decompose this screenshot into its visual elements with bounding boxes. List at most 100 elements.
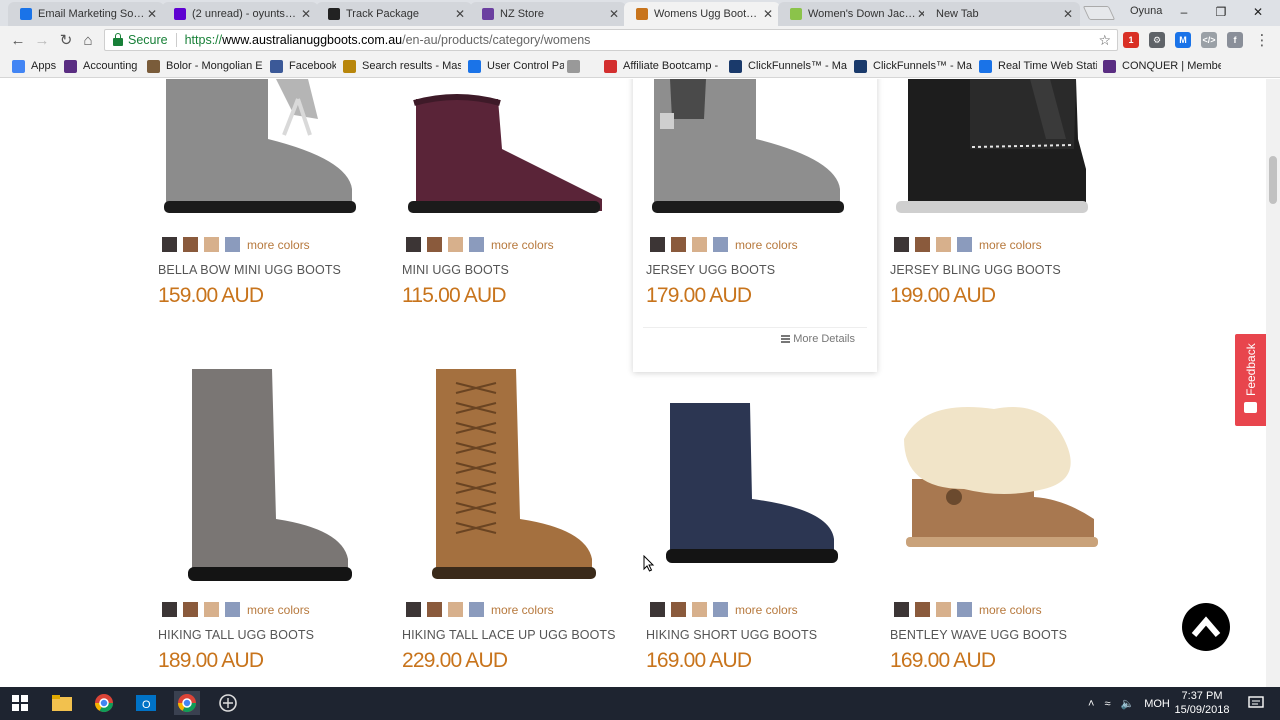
facebook-extension-icon[interactable]: f (1227, 32, 1243, 48)
bookmark-item[interactable]: Apps (12, 58, 58, 74)
volume-icon[interactable]: 🔈 (1120, 697, 1134, 710)
close-tab-icon[interactable]: ✕ (762, 7, 774, 21)
bookmark-item[interactable]: Bolor - Mongolian En (147, 58, 263, 74)
taskbar-clock[interactable]: 7:37 PM 15/09/2018 (1172, 689, 1232, 717)
bookmark-item[interactable]: Real Time Web Statist (979, 58, 1097, 74)
extension-m-icon[interactable]: M (1175, 32, 1191, 48)
notification-icon[interactable] (1244, 691, 1268, 715)
color-swatch[interactable] (692, 602, 707, 617)
product-image[interactable] (646, 79, 888, 224)
profile-name[interactable]: Oyuna (1130, 5, 1162, 17)
color-swatch[interactable] (162, 237, 177, 252)
bookmark-item[interactable]: ClickFunnels™ - Mark (729, 58, 847, 74)
color-swatch[interactable] (448, 602, 463, 617)
more-colors-link[interactable]: more colors (491, 603, 554, 617)
color-swatch[interactable] (183, 237, 198, 252)
close-tab-icon[interactable]: ✕ (454, 7, 466, 21)
color-swatch[interactable] (204, 602, 219, 617)
close-tab-icon[interactable]: ✕ (300, 7, 312, 21)
color-swatch[interactable] (957, 237, 972, 252)
more-colors-link[interactable]: more colors (491, 238, 554, 252)
color-swatch[interactable] (915, 237, 930, 252)
color-swatch[interactable] (671, 602, 686, 617)
product-name[interactable]: MINI UGG BOOTS (402, 263, 509, 277)
product-name[interactable]: JERSEY BLING UGG BOOTS (890, 263, 1061, 277)
tab-7[interactable]: New Tab ✕ (924, 2, 1080, 26)
color-swatch[interactable] (915, 602, 930, 617)
tab-1[interactable]: Email Marketing Softwa ✕ (8, 2, 164, 26)
more-colors-link[interactable]: more colors (979, 238, 1042, 252)
color-swatch[interactable] (225, 602, 240, 617)
more-colors-link[interactable]: more colors (247, 238, 310, 252)
address-bar[interactable]: Secure https://www.australianuggboots.co… (104, 29, 1118, 51)
product-name[interactable]: BENTLEY WAVE UGG BOOTS (890, 628, 1067, 642)
color-swatch[interactable] (671, 237, 686, 252)
product-name[interactable]: HIKING SHORT UGG BOOTS (646, 628, 817, 642)
color-swatch[interactable] (204, 237, 219, 252)
more-colors-link[interactable]: more colors (979, 603, 1042, 617)
tab-4[interactable]: NZ Store ✕ (470, 2, 626, 26)
chrome-icon[interactable] (92, 691, 116, 715)
bookmark-item[interactable]: User Control Panel (468, 58, 564, 74)
color-swatch[interactable] (957, 602, 972, 617)
color-swatch[interactable] (936, 237, 951, 252)
bookmark-item[interactable]: Facebook (270, 58, 336, 74)
close-window-icon[interactable]: ✕ (1240, 0, 1276, 24)
tab-2[interactable]: (2 unread) - oyuntsend ✕ (162, 2, 318, 26)
color-swatch[interactable] (650, 602, 665, 617)
file-explorer-icon[interactable] (50, 691, 74, 715)
product-image[interactable] (158, 79, 400, 224)
color-swatch[interactable] (469, 602, 484, 617)
more-colors-link[interactable]: more colors (735, 238, 798, 252)
product-image[interactable] (890, 79, 1132, 224)
color-swatch[interactable] (427, 602, 442, 617)
color-swatch[interactable] (936, 602, 951, 617)
more-colors-link[interactable]: more colors (735, 603, 798, 617)
feedback-tab[interactable]: Feedback (1235, 334, 1266, 426)
color-swatch[interactable] (406, 602, 421, 617)
close-tab-icon[interactable]: ✕ (146, 7, 158, 21)
extension-red-icon[interactable]: 1 (1123, 32, 1139, 48)
product-image[interactable] (884, 369, 1126, 589)
product-name[interactable]: BELLA BOW MINI UGG BOOTS (158, 263, 341, 277)
language-indicator[interactable]: MOH (1144, 698, 1170, 710)
close-tab-icon[interactable]: ✕ (1062, 7, 1074, 21)
new-tab-button[interactable] (1082, 6, 1116, 20)
color-swatch[interactable] (894, 237, 909, 252)
app-icon[interactable] (216, 691, 240, 715)
scrollbar-thumb[interactable] (1269, 156, 1277, 204)
scroll-to-top-button[interactable] (1182, 603, 1230, 651)
outlook-icon[interactable]: O (134, 691, 158, 715)
back-icon[interactable]: ← (8, 30, 28, 50)
maximize-icon[interactable]: ❐ (1203, 0, 1239, 24)
page-scrollbar[interactable] (1266, 79, 1280, 687)
bookmark-item[interactable] (567, 58, 597, 74)
color-swatch[interactable] (427, 237, 442, 252)
bookmark-item[interactable]: ClickFunnels™ - Mark (854, 58, 972, 74)
product-image[interactable] (640, 369, 882, 589)
tab-5[interactable]: Womens Ugg Boots | A ✕ (624, 2, 780, 26)
bookmark-item[interactable]: Affiliate Bootcamp - (604, 58, 720, 74)
home-icon[interactable]: ⌂ (78, 30, 98, 50)
product-image[interactable] (396, 369, 638, 589)
more-details-link[interactable]: More Details (781, 333, 855, 345)
color-swatch[interactable] (650, 237, 665, 252)
color-swatch[interactable] (469, 237, 484, 252)
color-swatch[interactable] (162, 602, 177, 617)
color-swatch[interactable] (692, 237, 707, 252)
wifi-icon[interactable]: ≈ (1104, 698, 1110, 710)
tab-3[interactable]: Track Package ✕ (316, 2, 472, 26)
product-image[interactable] (152, 369, 394, 589)
product-name[interactable]: JERSEY UGG BOOTS (646, 263, 775, 277)
color-swatch[interactable] (225, 237, 240, 252)
menu-icon[interactable]: ⋮ (1252, 30, 1272, 50)
forward-icon[interactable]: → (32, 30, 52, 50)
color-swatch[interactable] (183, 602, 198, 617)
color-swatch[interactable] (713, 602, 728, 617)
product-image[interactable] (402, 79, 644, 224)
extension-code-icon[interactable]: </> (1201, 32, 1217, 48)
tray-chevron-up-icon[interactable]: ˄ (1088, 698, 1094, 710)
more-colors-link[interactable]: more colors (247, 603, 310, 617)
reload-icon[interactable]: ↻ (56, 30, 76, 50)
bookmark-item[interactable]: Search results - Mass (343, 58, 461, 74)
